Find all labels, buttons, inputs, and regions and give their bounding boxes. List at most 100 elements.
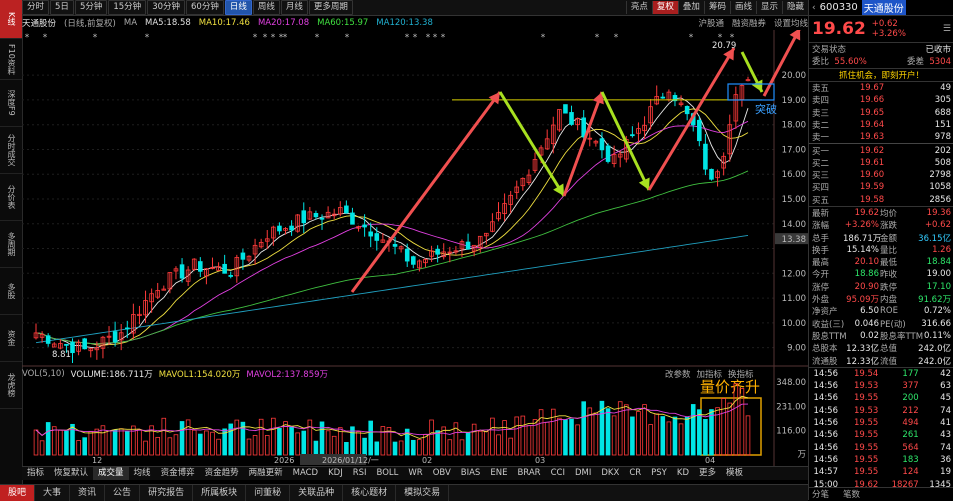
indicator-tab[interactable]: 指标 <box>22 467 49 480</box>
bottom-tab[interactable]: 问董秘 <box>246 485 291 501</box>
bottom-tab[interactable]: 核心题材 <box>343 485 397 501</box>
bottom-tab[interactable]: 资讯 <box>70 485 106 501</box>
event-marker[interactable]: * <box>405 33 410 43</box>
left-nav-item[interactable]: 多股 <box>0 268 22 315</box>
toolbar-item[interactable]: 复权 <box>651 1 678 14</box>
event-marker[interactable]: * <box>93 33 98 43</box>
bottom-tab[interactable]: 关联品种 <box>290 485 344 501</box>
indicator-tab[interactable]: 恢复默认 <box>49 467 93 480</box>
hgt-button[interactable]: 沪股通 <box>698 17 724 29</box>
period-button[interactable]: 60分钟 <box>186 0 224 15</box>
bottom-tab[interactable]: 所属板块 <box>193 485 247 501</box>
indicator-tab[interactable]: DMI <box>570 467 596 480</box>
event-marker[interactable]: * <box>315 33 320 43</box>
count-tab[interactable]: 笔数 <box>843 488 860 500</box>
period-button[interactable]: 15分钟 <box>108 0 147 15</box>
stat-value: 19.62 <box>854 208 879 218</box>
volume-bar <box>465 432 471 456</box>
event-marker[interactable]: * <box>426 33 431 43</box>
event-marker[interactable]: * <box>541 33 546 43</box>
change-param-button[interactable]: 改参数 <box>665 368 691 380</box>
event-marker[interactable]: * <box>263 33 268 43</box>
toolbar-item[interactable]: 筹码 <box>703 1 730 14</box>
candle-body <box>313 213 319 218</box>
period-button[interactable]: 更多周期 <box>308 0 353 15</box>
period-button[interactable]: 月线 <box>280 0 308 15</box>
toolbar-item[interactable]: 叠加 <box>677 1 704 14</box>
left-nav-item[interactable]: 资金 <box>0 315 22 362</box>
promo-row[interactable]: 抓住机会，即刻开户！ <box>809 67 953 82</box>
toolbar-item[interactable]: 亮点 <box>625 1 652 14</box>
bottom-tab[interactable]: 研究报告 <box>140 485 194 501</box>
period-button[interactable]: 分时 <box>22 0 50 15</box>
indicator-tab[interactable]: OBV <box>428 467 456 480</box>
margin-button[interactable]: 融资融券 <box>732 17 766 29</box>
event-marker[interactable]: * <box>433 33 438 43</box>
indicator-tab[interactable]: 资金趋势 <box>200 467 244 480</box>
bottom-tab[interactable]: 公告 <box>105 485 141 501</box>
indicator-tab[interactable]: MACD <box>288 467 323 480</box>
left-nav-item[interactable]: 分价表 <box>0 174 22 221</box>
toolbar-item[interactable]: 隐藏 <box>781 1 808 14</box>
event-marker[interactable]: * <box>595 33 600 43</box>
period-button[interactable]: 周线 <box>252 0 280 15</box>
left-nav-item[interactable]: 分时成交 <box>0 127 22 174</box>
event-marker[interactable]: * <box>345 33 350 43</box>
indicator-tab[interactable]: 均线 <box>129 467 156 480</box>
indicator-tab[interactable]: 模板 <box>721 467 748 480</box>
set-ma-button[interactable]: 设置均线 <box>774 17 808 29</box>
event-marker[interactable]: * <box>271 33 276 43</box>
left-nav-item[interactable]: 龙虎榜 <box>0 362 22 409</box>
indicator-tab[interactable]: BOLL <box>372 467 404 480</box>
tick-tab[interactable]: 分笔 <box>812 488 829 500</box>
period-button[interactable]: 5日 <box>50 0 74 15</box>
bottom-tab[interactable]: 大事 <box>35 485 71 501</box>
event-marker[interactable]: * <box>145 33 150 43</box>
indicator-tab[interactable]: 资金博弈 <box>156 467 200 480</box>
kline-chart[interactable]: 20.798.81突破量价齐升* * * * * * * * * * * * * * * * * * * * * * 20… <box>22 30 808 466</box>
period-button[interactable]: 日线 <box>224 0 252 15</box>
indicator-tab[interactable]: 更多 <box>694 467 721 480</box>
period-button[interactable]: 30分钟 <box>147 0 186 15</box>
back-icon[interactable]: ‹ <box>812 3 816 13</box>
more-icon[interactable]: ☰ <box>943 24 951 34</box>
event-marker[interactable]: * <box>614 33 619 43</box>
indicator-tab[interactable]: KDJ <box>323 467 348 480</box>
swap-indicator-button[interactable]: 换指标 <box>728 368 754 380</box>
indicator-tab[interactable]: CCI <box>546 467 570 480</box>
indicator-tab[interactable]: 两融更新 <box>244 467 288 480</box>
event-marker[interactable]: * <box>253 33 258 43</box>
promo-text[interactable]: 抓住机会，即刻开户！ <box>839 69 924 81</box>
bottom-tab[interactable]: 模拟交易 <box>396 485 450 501</box>
indicator-tab[interactable]: ENE <box>485 467 512 480</box>
indicator-tab[interactable]: BRAR <box>512 467 545 480</box>
period-button[interactable]: 5分钟 <box>74 0 108 15</box>
left-nav-item[interactable]: K线 <box>0 0 22 39</box>
toolbar-item[interactable]: 显示 <box>755 1 782 14</box>
indicator-tab[interactable]: BIAS <box>456 467 486 480</box>
volume-bar <box>277 428 282 456</box>
event-marker[interactable]: * <box>25 33 30 43</box>
event-marker[interactable]: * <box>413 33 418 43</box>
left-nav-item[interactable]: 多周期 <box>0 221 22 268</box>
indicator-tab[interactable]: RSI <box>348 467 372 480</box>
add-indicator-button[interactable]: 加指标 <box>697 368 723 380</box>
bottom-tab[interactable]: 股吧 <box>0 485 36 501</box>
indicator-tab[interactable]: PSY <box>646 467 672 480</box>
event-marker[interactable]: * <box>441 33 446 43</box>
event-marker[interactable]: * <box>283 33 288 43</box>
indicator-tab[interactable]: 成交量 <box>93 467 129 480</box>
indicator-tab[interactable]: KD <box>672 467 694 480</box>
indicator-tab[interactable]: WR <box>403 467 427 480</box>
left-nav-item[interactable]: 深度F9 <box>0 80 22 127</box>
indicator-tab[interactable]: CR <box>624 467 646 480</box>
ma-label[interactable]: MA <box>124 18 137 28</box>
event-marker[interactable]: * <box>730 33 735 43</box>
event-marker[interactable]: * <box>718 33 723 43</box>
left-nav-item[interactable]: F10资料 <box>0 39 22 80</box>
indicator-tab[interactable]: DKX <box>596 467 624 480</box>
event-marker[interactable]: * <box>689 33 694 43</box>
event-marker[interactable]: * <box>43 33 48 43</box>
toolbar-item[interactable]: 画线 <box>729 1 756 14</box>
vol-name[interactable]: VOL(5,10) <box>22 369 65 379</box>
